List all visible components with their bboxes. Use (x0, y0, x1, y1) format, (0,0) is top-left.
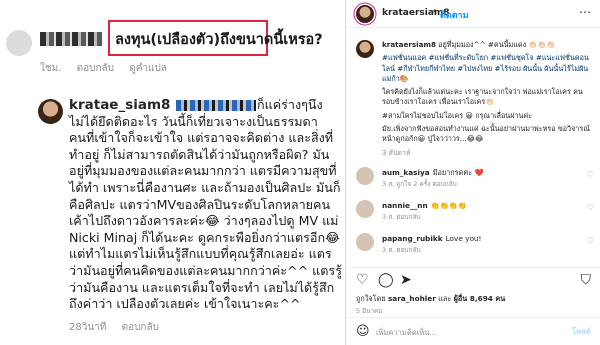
reply-line: Nicki Minaj ก็ได้นะคะ ดูคกระพือยิ่งกว่าแ… (69, 229, 340, 245)
emoji-icon[interactable]: ☺ (356, 324, 370, 339)
comment-icon[interactable]: ◯ (378, 272, 394, 288)
likes-prefix: ถูกใจโดย (356, 294, 386, 303)
commenter-avatar[interactable] (6, 30, 32, 56)
bookmark-icon[interactable]: ⛉ (581, 272, 592, 288)
comment-text: nannie__nn 👏👏👏👏 (382, 201, 467, 210)
follow-button[interactable]: ติดตาม (440, 8, 469, 22)
reply-line: ทำอยู่ ก็ไม่สามารถตัดสินได้ว่ามันถูกหรือ… (69, 146, 330, 162)
comment-item: aum_kasiya มีอยากรดค่ะ ❤️ 3 ส. ถูกใจ 2 คร… (356, 165, 594, 188)
reply-line: คือศิลปะ แตรว่าMVของศิลปินระดับโลกหลายคน (69, 196, 331, 212)
comment-username[interactable]: aum_kasiya (382, 168, 430, 177)
heart-icon[interactable]: ♡ (587, 170, 594, 179)
comment-item: papang_rubikk Love you! 3 ส. ตอบกลับ ♡ (356, 231, 594, 254)
comment-text: aum_kasiya มีอยากรดค่ะ ❤️ (382, 168, 484, 179)
caption-text: อยู่ที่มุมมอง^^ #คนนี้มแดง 👏🏻👏🏻👏🏻 (438, 40, 556, 49)
more-icon[interactable]: ⋯ (579, 5, 591, 19)
reply-line: คนที่เข้าใจก็จะเข้าใจ แต่รอาจจะคิดต่าง แ… (69, 130, 334, 146)
comment-username[interactable]: nannie__nn (382, 201, 428, 210)
caption-author-avatar[interactable] (356, 40, 374, 58)
comment-content: มีอยากรดค่ะ ❤️ (432, 168, 484, 177)
reply-text: ก็แค่ร่างๆนึง ไม่ได้ยึดติดอะไร วันนี้ก็เ… (69, 97, 345, 313)
caption-paragraph: มัย.เพิ่งจากฟังขอสอนทำงานแค่ ฉะนั้นอย่าผ… (382, 124, 590, 144)
comment-text: papang_rubikk Love you! (382, 234, 481, 243)
post-date: 5 มีนาคม (356, 308, 383, 315)
reply-author-avatar[interactable] (38, 99, 63, 124)
reply-time: 28วินาที (69, 322, 107, 333)
reply-line: ไม่ได้ยึดติดอะไร วันนี้ก็เที่ยวเจาะงเป็น… (69, 113, 318, 129)
caption-username[interactable]: krataersiam8 (382, 40, 436, 49)
reply-line: ว่ามันคืองาน และแตรเต็มใจที่จะทำ เลยไม่ไ… (69, 279, 335, 295)
comment-content: 👏👏👏👏 (430, 201, 467, 210)
first-comment-text: ลงทุน(เปลืองตัว)ถึงขนาดนี้เหรอ? (115, 32, 323, 48)
share-icon[interactable]: ➤ (400, 272, 412, 288)
comment-meta: 3 ส. ตอบกลับ (382, 246, 421, 254)
comment-avatar[interactable] (356, 233, 374, 251)
heart-icon[interactable]: ♡ (356, 272, 369, 288)
first-comment-meta: ใชม. ตอบกลับ ดูคำแปล (40, 61, 179, 76)
reply-line: อยู่ที่มุมมองของแต่ละคนมากกว่า แตรมีความ… (69, 163, 337, 179)
action-bar: ♡ ◯ ➤ ⛉ (346, 267, 600, 291)
reply-line: ได้ทำ เพราะนี่คืองานศะ และถ้ามองเป็นศิลป… (69, 179, 341, 195)
author-avatar[interactable] (356, 5, 374, 23)
comment-item: nannie__nn 👏👏👏👏 3 ส. ตอบกลับ ♡ (356, 198, 594, 221)
heart-icon[interactable]: ♡ (587, 203, 594, 212)
caption-time: 3 สัปดาห์ (382, 149, 411, 157)
reply-line: เค้าไปถึงดาวอังคารละค่ะ😂 ว่างๆลองไปดู MV… (69, 213, 339, 229)
comment-meta: 3 ส. ถูกใจ 2 ครั้ง ตอบกลับ (382, 180, 457, 188)
first-comment-translation-link[interactable]: ดูคำแปล (129, 63, 167, 74)
add-comment-row: ☺ โพสต์ (346, 317, 600, 345)
reply-line: ว่ามันอยู่ที่คนคิดของแต่ละคนมากกว่าค่ะ^^… (69, 262, 342, 278)
separator-dot: • (432, 7, 438, 17)
heart-icon[interactable]: ♡ (587, 236, 594, 245)
zoomed-comment-thread: ลงทุน(เปลืองตัว)ถึงขนาดนี้เหรอ? ใชม. ตอบ… (0, 0, 345, 345)
comment-input[interactable] (376, 325, 546, 339)
first-comment-time: ใชม. (40, 63, 62, 74)
caption-paragraph: ใครคิดยังไงก็แล้วแต่นะคะ เราฐานะจากใจว่า… (382, 87, 583, 107)
caption-paragraph: #สามใครไม่ชอบไม่โอเคร 😀 กรุณาเลื่อนผ่านค… (382, 110, 533, 120)
caption-hashtags[interactable]: #แฟชั่นนแอค #แฟชั่นที่ระดับโยก #แฟชั่นชุ… (382, 53, 594, 84)
comment-avatar[interactable] (356, 167, 374, 185)
first-comment-reply-link[interactable]: ตอบกลับ (77, 63, 114, 74)
commenter-username-censored (40, 32, 102, 46)
reply-meta: 28วินาที ตอบกลับ (69, 320, 171, 335)
likes-user[interactable]: sara_hohler (388, 294, 436, 303)
reply-line: ถึงค่าว่า เปลืองตัวเลยค่ะ เข้าใจเนาะคะ^^ (69, 296, 301, 312)
comment-content: Love you! (445, 234, 482, 243)
reply-line: ก็แค่ร่างๆนึง (257, 97, 323, 112)
post-caption: krataersiam8 อยู่ที่มุมมอง^^ #คนนี้มแดง … (382, 40, 594, 148)
likes-suffix: และ (438, 294, 452, 303)
reply-reply-link[interactable]: ตอบกลับ (122, 322, 159, 333)
comment-username[interactable]: papang_rubikk (382, 234, 443, 243)
post-header: krataersiam8 • ติดตาม ⋯ (346, 0, 600, 28)
likes-summary: ถูกใจโดย sara_hohler และ ผู้อื่น 8,694 ค… (356, 294, 505, 305)
post-comment-button[interactable]: โพสต์ (572, 326, 591, 338)
likes-others[interactable]: ผู้อื่น 8,694 คน (454, 294, 506, 303)
reply-line: แต่ทำไมแตรไม่เห็นรู้สึกแบบที่คุณรู้สึกเล… (69, 246, 332, 262)
comment-avatar[interactable] (356, 200, 374, 218)
comment-meta: 3 ส. ตอบกลับ (382, 213, 421, 221)
post-panel: krataersiam8 • ติดตาม ⋯ krataersiam8 อยู… (345, 0, 600, 345)
